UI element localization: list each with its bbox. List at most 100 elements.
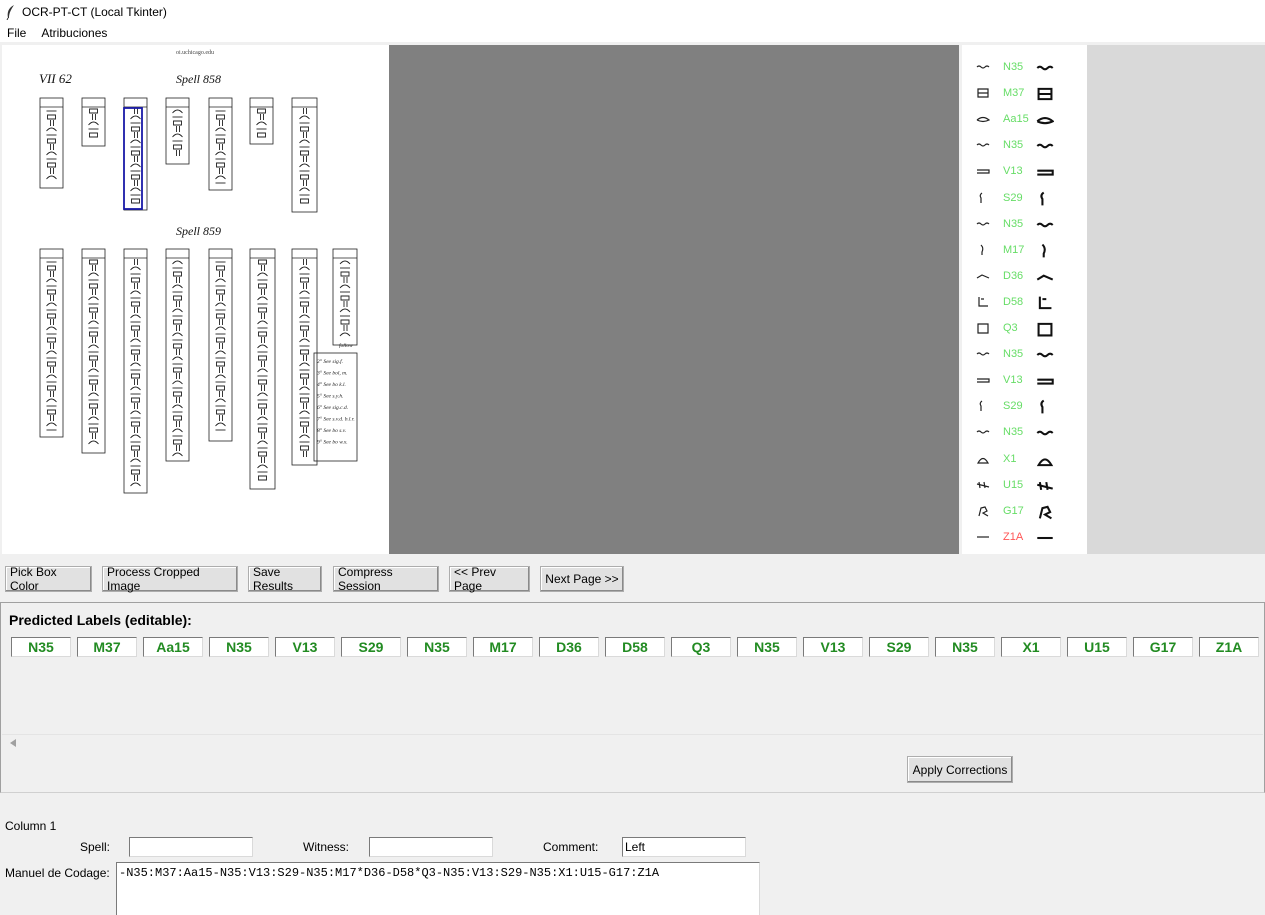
predicted-label-entry[interactable]: V13: [803, 637, 863, 657]
hieroglyph-mark: [134, 403, 138, 409]
glyph-reference-icon: [1037, 170, 1054, 176]
glyph-row[interactable]: X1: [962, 447, 1087, 473]
hieroglyph-mark: [261, 265, 265, 271]
hieroglyph-mark: [215, 374, 226, 379]
right-empty-area: [1087, 45, 1265, 554]
glyph-code-label: N35: [1003, 348, 1024, 361]
glyph-crop-icon: [979, 400, 983, 412]
menu-atribuciones[interactable]: Atribuciones: [34, 26, 115, 40]
glyph-row[interactable]: Aa15: [962, 107, 1087, 133]
prev-page-button[interactable]: << Prev Page: [449, 565, 530, 593]
hieroglyph-mark: [88, 296, 99, 301]
glyph-row[interactable]: Z1A: [962, 525, 1087, 551]
glyph-code-label: M37: [1003, 87, 1025, 100]
apply-corrections-button[interactable]: Apply Corrections: [907, 756, 1013, 783]
glyph-row[interactable]: N35: [962, 133, 1087, 159]
glyph-reference-icon: [1036, 431, 1054, 436]
save-results-button[interactable]: Save Results: [248, 565, 322, 593]
hieroglyph-mark: [46, 374, 57, 379]
glyph-row[interactable]: N35: [962, 55, 1087, 81]
hieroglyph-mark: [88, 416, 99, 421]
witness-input[interactable]: [369, 837, 493, 857]
glyph-row[interactable]: G17: [962, 499, 1087, 525]
hieroglyph-mark: [257, 344, 268, 349]
glyph-row[interactable]: M37: [962, 81, 1087, 107]
comment-input[interactable]: Left: [622, 837, 746, 857]
predicted-label-entry[interactable]: N35: [935, 637, 995, 657]
glyph-row[interactable]: Q3: [962, 316, 1087, 342]
hieroglyph-mark: [215, 422, 226, 427]
predicted-label-entry[interactable]: Aa15: [143, 637, 203, 657]
hieroglyph-mark: [258, 355, 267, 361]
glyph-code-label: X1: [1003, 452, 1017, 465]
hieroglyph-mark: [50, 271, 54, 277]
pick-box-color-button[interactable]: Pick Box Color: [5, 565, 92, 593]
document-page-image[interactable]: oi.uchicago.edu VII 62 Spell 858 Spell 8…: [2, 45, 389, 554]
hieroglyph-mark: [215, 398, 226, 403]
hieroglyph-mark: [299, 362, 310, 367]
spell-input[interactable]: [129, 837, 253, 857]
hieroglyph-mark: [300, 325, 309, 331]
hieroglyph-mark: [130, 187, 141, 192]
hieroglyph-mark: [261, 457, 265, 463]
hieroglyph-mark: [88, 392, 99, 397]
hieroglyph-mark: [173, 295, 182, 301]
glyph-code-label: S29: [1003, 191, 1023, 204]
predicted-label-entry[interactable]: N35: [737, 637, 797, 657]
hieroglyph-mark: [299, 187, 310, 192]
glyph-row[interactable]: N35: [962, 342, 1087, 368]
predicted-label-entry[interactable]: M17: [473, 637, 533, 657]
hieroglyph-mark: [130, 482, 141, 487]
glyph-crop-icon: [976, 117, 990, 123]
compress-session-button[interactable]: Compress Session: [333, 565, 439, 593]
glyph-row[interactable]: D58: [962, 290, 1087, 316]
hieroglyph-mark: [303, 180, 307, 186]
glyph-row[interactable]: N35: [962, 212, 1087, 238]
glyph-row[interactable]: V13: [962, 368, 1087, 394]
predicted-label-entry[interactable]: S29: [341, 637, 401, 657]
predicted-label-entry[interactable]: S29: [869, 637, 929, 657]
glyph-row[interactable]: N35: [962, 420, 1087, 446]
predicted-label-entry[interactable]: X1: [1001, 637, 1061, 657]
document-canvas[interactable]: oi.uchicago.edu VII 62 Spell 858 Spell 8…: [2, 45, 389, 554]
hieroglyph-mark: [50, 319, 54, 325]
predicted-label-entry[interactable]: M37: [77, 637, 137, 657]
hieroglyph-mark: [261, 361, 265, 367]
glyph-crop-icon: [976, 65, 990, 69]
spell-label: Spell:: [80, 840, 111, 854]
hieroglyph-mark: [258, 403, 267, 409]
hieroglyph-mark: [46, 422, 57, 427]
predicted-label-entry[interactable]: D58: [605, 637, 665, 657]
glyph-row[interactable]: U15: [962, 473, 1087, 499]
process-cropped-image-button[interactable]: Process Cropped Image: [102, 565, 238, 593]
glyph-label-panel[interactable]: N35 M37 Aa15 N35 V13 S29 N35 M17 D36 D58 Q3 N35 V13 S…: [962, 45, 1087, 554]
preview-canvas[interactable]: [389, 45, 959, 554]
hieroglyph-mark: [258, 379, 267, 385]
predicted-label-entry[interactable]: N35: [209, 637, 269, 657]
glyph-row[interactable]: V13: [962, 159, 1087, 185]
hieroglyph-mark: [258, 259, 267, 265]
predicted-label-entry[interactable]: U15: [1067, 637, 1127, 657]
predicted-label-entry[interactable]: Z1A: [1199, 637, 1259, 657]
predicted-label-entry[interactable]: N35: [407, 637, 467, 657]
glyph-row[interactable]: D36: [962, 264, 1087, 290]
hieroglyph-mark: [215, 302, 226, 307]
predicted-label-entry[interactable]: G17: [1133, 637, 1193, 657]
hieroglyph-mark: [46, 175, 57, 180]
hieroglyph-mark: [300, 174, 309, 180]
glyph-row[interactable]: S29: [962, 394, 1087, 420]
mdc-textarea[interactable]: -N35:M37:Aa15-N35:V13:S29-N35:M17*D36-D5…: [116, 862, 760, 915]
predicted-label-entry[interactable]: N35: [11, 637, 71, 657]
menu-file[interactable]: File: [0, 26, 34, 40]
predicted-label-entry[interactable]: D36: [539, 637, 599, 657]
hieroglyph-mark: [134, 379, 138, 385]
scroll-left-arrow-icon[interactable]: [9, 738, 17, 748]
horizontal-scrollbar[interactable]: [2, 734, 1263, 735]
hieroglyph-mark: [130, 386, 141, 391]
glyph-row[interactable]: M17: [962, 238, 1087, 264]
next-page-button[interactable]: Next Page >>: [540, 566, 624, 592]
predicted-label-entry[interactable]: Q3: [671, 637, 731, 657]
hieroglyph-mark: [46, 398, 57, 403]
glyph-row[interactable]: S29: [962, 186, 1087, 212]
predicted-label-entry[interactable]: V13: [275, 637, 335, 657]
